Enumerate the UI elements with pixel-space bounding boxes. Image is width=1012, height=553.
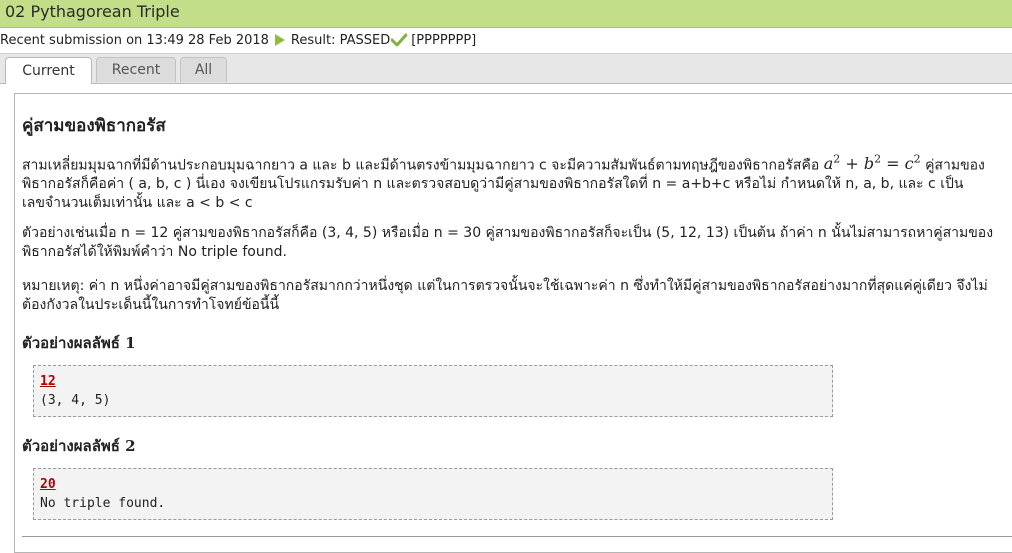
problem-paragraph-2: ตัวอย่างเช่นเมื่อ n = 12 คู่สามของพิธากอ… [22, 225, 994, 260]
sample-output-2: No triple found. [40, 496, 166, 511]
submission-status: Recent submission on 13:49 28 Feb 2018 R… [0, 31, 476, 49]
submission-result: Result: PASSED [290, 32, 391, 48]
tab-all[interactable]: All [180, 57, 227, 82]
check-icon [391, 33, 408, 47]
tab-recent[interactable]: Recent [96, 57, 176, 82]
submission-detail: [PPPPPPP] [411, 32, 477, 48]
play-icon[interactable] [274, 34, 285, 46]
problem-title: คู่สามของพิธากอรัส [22, 116, 166, 136]
paragraph-1-text: สามเหลี่ยมมุมฉากที่มีด้านประกอบมุมฉากยาว… [22, 157, 820, 174]
page-title: 02 Pythagorean Triple [5, 2, 180, 21]
pythagorean-formula: a2 + b2 = c2 [823, 153, 921, 174]
sample-input-1: 12 [40, 374, 56, 389]
problem-paragraph-3: หมายเหตุ: ค่า n หนึ่งค่าอาจมีคู่สามของพิ… [22, 278, 988, 313]
tab-current[interactable]: Current [5, 57, 92, 84]
sample-box-1: 12 (3, 4, 5) [33, 365, 833, 417]
sample-heading-2: ตัวอย่างผลลัพธ์ 2 [22, 437, 136, 455]
sample-heading-1: ตัวอย่างผลลัพธ์ 1 [22, 334, 136, 352]
sample-output-1: (3, 4, 5) [40, 393, 111, 408]
title-bar: 02 Pythagorean Triple [0, 0, 1012, 28]
submission-time: Recent submission on 13:49 28 Feb 2018 [0, 32, 269, 48]
sample-box-2: 20 No triple found. [33, 468, 833, 520]
tab-bar: Current Recent All [0, 53, 1012, 84]
sample-input-2: 20 [40, 477, 56, 492]
problem-paragraph-1: สามเหลี่ยมมุมฉากที่มีด้านประกอบมุมฉากยาว… [22, 150, 1006, 213]
divider [22, 536, 1012, 537]
